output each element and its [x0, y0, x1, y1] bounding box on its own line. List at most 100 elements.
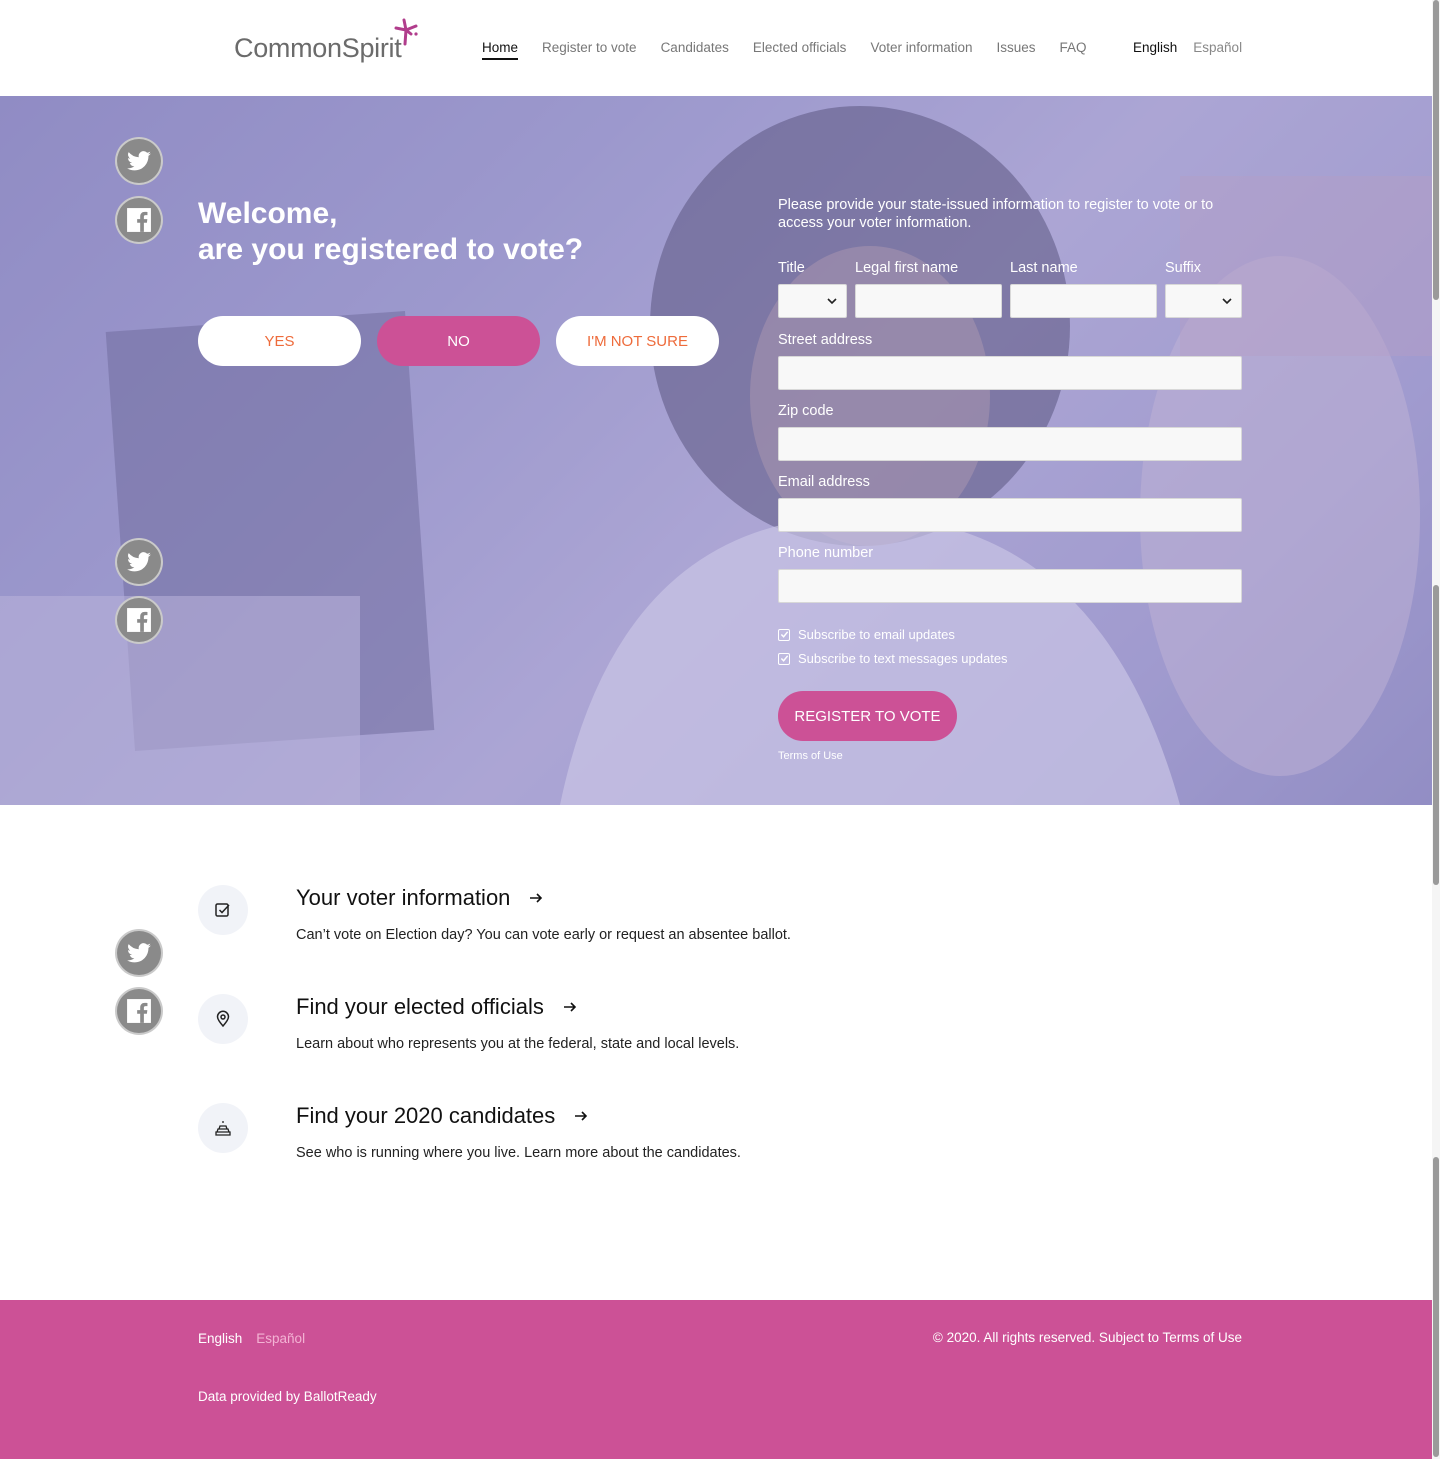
- podium-icon: [215, 1121, 231, 1136]
- zip-field-group: Zip code: [778, 403, 1242, 461]
- facebook-icon: [127, 999, 151, 1023]
- footer-lang-english[interactable]: English: [198, 1331, 242, 1346]
- site-header: CommonSpirit Home Register to vote Candi…: [0, 0, 1432, 96]
- nav-voter-information[interactable]: Voter information: [870, 40, 972, 60]
- register-to-vote-button[interactable]: REGISTER TO VOTE: [778, 691, 957, 741]
- zip-code-input[interactable]: [778, 427, 1242, 461]
- nav-issues[interactable]: Issues: [997, 40, 1036, 60]
- nav-faq[interactable]: FAQ: [1060, 40, 1087, 60]
- voter-information-link[interactable]: Your voter information: [296, 885, 544, 911]
- site-footer: English Español © 2020. All rights reser…: [0, 1300, 1432, 1459]
- street-label: Street address: [778, 332, 873, 348]
- location-pin-icon-badge: [198, 994, 248, 1044]
- last-name-field-group: Last name: [1010, 260, 1157, 318]
- checkbox-icon-badge: [198, 885, 248, 935]
- twitter-share-button-2[interactable]: [115, 538, 163, 586]
- scrollbar-thumb-3[interactable]: [1433, 1157, 1439, 1457]
- chevron-down-icon: [827, 298, 837, 305]
- name-row: Title Legal first name Last name Suffix: [778, 260, 1242, 320]
- first-name-input[interactable]: [855, 284, 1002, 318]
- email-input[interactable]: [778, 498, 1242, 532]
- copyright-text[interactable]: © 2020. All rights reserved. Subject to …: [933, 1330, 1242, 1345]
- welcome-line-1: Welcome,: [198, 197, 338, 230]
- text-updates-option[interactable]: Subscribe to text messages updates: [778, 651, 1008, 666]
- checkbox-icon: [215, 903, 230, 917]
- street-address-input[interactable]: [778, 356, 1242, 390]
- elected-officials-title: Find your elected officials: [296, 994, 544, 1019]
- suffix-select[interactable]: [1165, 284, 1242, 318]
- text-updates-checkbox[interactable]: [778, 652, 790, 665]
- zip-label: Zip code: [778, 403, 834, 419]
- candidates-title: Find your 2020 candidates: [296, 1103, 556, 1128]
- podium-icon-badge: [198, 1103, 248, 1153]
- form-intro: Please provide your state-issued informa…: [778, 197, 1214, 231]
- title-select[interactable]: [778, 284, 847, 318]
- nav-home[interactable]: Home: [482, 40, 519, 60]
- phone-input[interactable]: [778, 569, 1242, 603]
- footer-language-switcher: English Español: [198, 1331, 305, 1346]
- twitter-icon: [127, 151, 151, 171]
- email-updates-checkbox[interactable]: [778, 628, 790, 641]
- lang-espanol[interactable]: Español: [1193, 40, 1242, 55]
- registration-form: Please provide your state-issued informa…: [778, 196, 1242, 762]
- email-updates-option[interactable]: Subscribe to email updates: [778, 627, 955, 642]
- arrow-right-icon: [530, 893, 543, 903]
- facebook-share-button-2[interactable]: [115, 596, 163, 644]
- scrollbar-thumb-2[interactable]: [1433, 585, 1439, 885]
- twitter-icon: [127, 943, 151, 963]
- yes-button[interactable]: YES: [198, 316, 361, 366]
- checkmark-icon: [780, 655, 788, 662]
- email-label: Email address: [778, 474, 870, 490]
- last-name-input[interactable]: [1010, 284, 1157, 318]
- first-name-field-group: Legal first name: [855, 260, 1002, 318]
- email-updates-label: Subscribe to email updates: [798, 627, 955, 642]
- logo-text: CommonSpirit: [234, 33, 402, 63]
- elected-officials-link[interactable]: Find your elected officials: [296, 994, 578, 1020]
- first-name-label: Legal first name: [855, 260, 959, 276]
- title-label: Title: [778, 260, 805, 276]
- voter-information-title: Your voter information: [296, 885, 511, 910]
- arrow-right-icon: [575, 1111, 588, 1121]
- facebook-share-button-3[interactable]: [115, 987, 163, 1035]
- welcome-heading: Welcome, are you registered to vote?: [198, 196, 583, 268]
- info-candidates: Find your 2020 candidates See who is run…: [198, 1103, 998, 1173]
- email-field-group: Email address: [778, 474, 1242, 532]
- data-source-text: Data provided by BallotReady: [198, 1389, 377, 1404]
- facebook-share-button[interactable]: [115, 196, 163, 244]
- chevron-down-icon: [1222, 298, 1232, 305]
- twitter-share-button-3[interactable]: [115, 929, 163, 977]
- checkmark-icon: [780, 631, 788, 638]
- main-nav: Home Register to vote Candidates Elected…: [482, 40, 1087, 60]
- location-pin-icon: [216, 1010, 230, 1028]
- facebook-icon: [127, 608, 151, 632]
- nav-elected-officials[interactable]: Elected officials: [753, 40, 847, 60]
- candidates-desc: See who is running where you live. Learn…: [296, 1145, 741, 1161]
- info-voter-information: Your voter information Can’t vote on Ele…: [198, 885, 998, 955]
- twitter-share-button[interactable]: [115, 137, 163, 185]
- registration-answer-group: YES NO I'M NOT SURE: [198, 316, 719, 366]
- suffix-field-group: Suffix: [1165, 260, 1242, 318]
- scrollbar-thumb[interactable]: [1433, 0, 1439, 300]
- nav-candidates[interactable]: Candidates: [661, 40, 729, 60]
- language-switcher: English Español: [1133, 40, 1242, 55]
- text-updates-label: Subscribe to text messages updates: [798, 651, 1008, 666]
- not-sure-button[interactable]: I'M NOT SURE: [556, 316, 719, 366]
- nav-register-to-vote[interactable]: Register to vote: [542, 40, 637, 60]
- phone-field-group: Phone number: [778, 545, 1242, 603]
- suffix-label: Suffix: [1165, 260, 1202, 276]
- title-field-group: Title: [778, 260, 847, 318]
- phone-label: Phone number: [778, 545, 874, 561]
- arrow-right-icon: [563, 1002, 576, 1012]
- logo-mark-icon: [394, 18, 418, 46]
- no-button[interactable]: NO: [377, 316, 540, 366]
- facebook-icon: [127, 208, 151, 232]
- street-field-group: Street address: [778, 332, 1242, 390]
- twitter-icon: [127, 552, 151, 572]
- welcome-line-2: are you registered to vote?: [198, 233, 584, 266]
- info-elected-officials: Find your elected officials Learn about …: [198, 994, 998, 1064]
- lang-english[interactable]: English: [1133, 40, 1177, 55]
- footer-lang-espanol[interactable]: Español: [256, 1331, 305, 1346]
- terms-of-use-link[interactable]: Terms of Use: [778, 750, 843, 762]
- commonspirit-logo[interactable]: CommonSpirit: [234, 18, 418, 68]
- candidates-link[interactable]: Find your 2020 candidates: [296, 1103, 589, 1129]
